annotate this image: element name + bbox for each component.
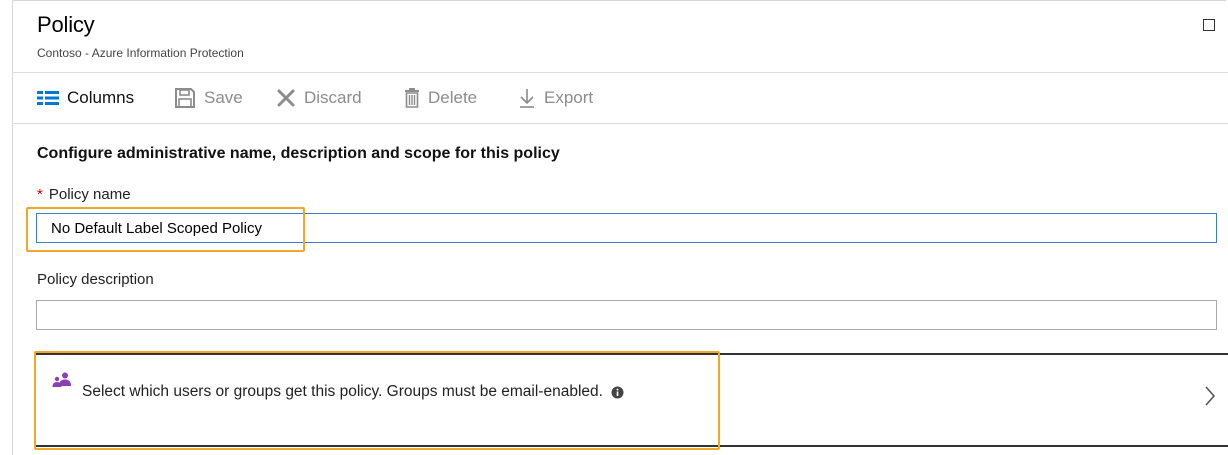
select-users-groups-row[interactable]: Select which users or groups get this po… [34,353,1228,447]
policy-name-label: * Policy name [37,186,131,203]
required-marker: * [37,186,43,203]
save-icon [174,87,196,109]
policy-description-label: Policy description [37,271,154,288]
scope-text-label: Select which users or groups get this po… [82,383,603,400]
policy-name-label-text: Policy name [48,186,131,203]
chevron-right-icon[interactable] [1204,385,1216,412]
discard-label: Discard [304,88,362,107]
delete-button[interactable]: Delete [404,85,477,111]
delete-icon [404,88,420,108]
columns-icon [37,91,59,105]
info-icon[interactable] [611,386,624,399]
export-label: Export [544,88,594,107]
maximize-icon[interactable] [1203,19,1215,31]
page-title: Policy [37,12,95,37]
discard-icon [276,88,296,108]
scope-text: Select which users or groups get this po… [82,383,624,401]
save-button[interactable]: Save [174,85,243,111]
discard-button[interactable]: Discard [276,85,362,111]
delete-label: Delete [428,88,478,107]
section-heading: Configure administrative name, descripti… [37,145,560,162]
columns-button[interactable]: Columns [37,85,134,111]
users-group-icon [52,372,72,393]
export-icon [518,87,536,109]
policy-name-input[interactable] [36,213,1217,243]
columns-label: Columns [67,88,135,107]
export-button[interactable]: Export [518,85,593,111]
page-subtitle: Contoso - Azure Information Protection [37,46,244,60]
command-bar: Columns Save Discard Delete Export [12,72,1228,124]
policy-description-input[interactable] [36,300,1217,330]
save-label: Save [204,88,243,107]
